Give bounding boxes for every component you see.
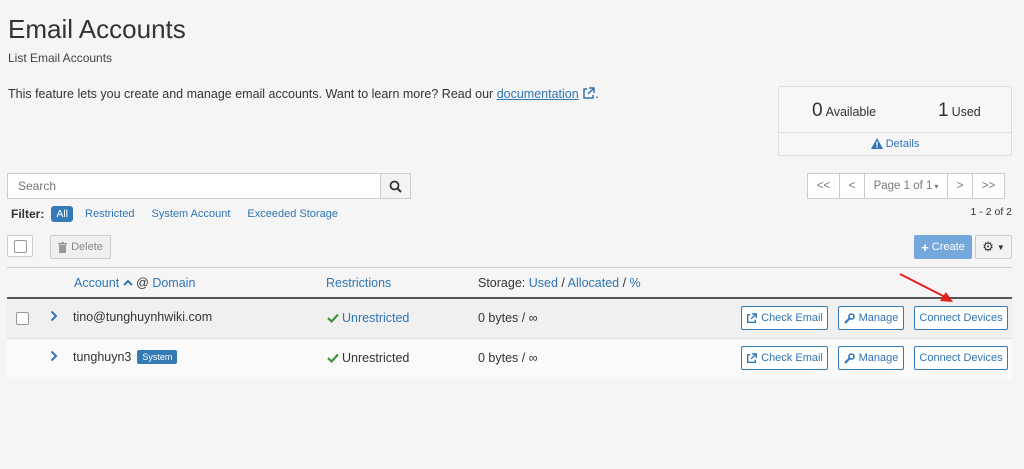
account-sort-link[interactable]: Account — [74, 276, 119, 290]
check-email-label: Check Email — [761, 312, 823, 324]
storage-column-header: Storage: Used / Allocated / % — [478, 276, 641, 290]
restriction-cell: Unrestricted — [327, 311, 409, 325]
details-link[interactable]: Details — [779, 138, 1011, 150]
page-select[interactable]: Page 1 of 1 ▾ — [864, 173, 948, 199]
available-count: 0 — [812, 100, 823, 121]
intro-text: This feature lets you create and manage … — [8, 87, 599, 101]
filter-restricted[interactable]: Restricted — [85, 208, 135, 220]
available-label: Available — [825, 105, 877, 119]
chevron-right-icon[interactable] — [50, 350, 58, 362]
delete-button[interactable]: Delete — [50, 235, 111, 259]
external-link-icon — [746, 312, 757, 324]
prev-page-button[interactable]: < — [839, 173, 865, 199]
plus-icon: + — [921, 239, 929, 255]
filter-label: Filter: — [11, 207, 45, 221]
table-header: Account @ Domain Restrictions Storage: U… — [7, 268, 1012, 297]
search-button[interactable] — [380, 173, 411, 199]
wrench-icon — [843, 352, 855, 364]
caret-down-icon: ▾ — [934, 181, 939, 191]
documentation-link[interactable]: documentation — [497, 87, 579, 101]
account-cell: tunghuyn3 System — [73, 350, 178, 364]
row-checkbox[interactable] — [16, 312, 29, 325]
account-name: tino@tunghuynhwiki.com — [73, 310, 213, 324]
gear-icon: ⚙ — [982, 239, 994, 254]
check-icon — [327, 313, 339, 323]
create-label: Create — [931, 241, 965, 253]
page-label: Page 1 of 1 — [873, 180, 933, 192]
first-page-button[interactable]: << — [807, 173, 840, 199]
filter-exceeded-storage[interactable]: Exceeded Storage — [247, 208, 338, 220]
storage-label: Storage: — [478, 276, 526, 290]
checkbox-box — [13, 239, 27, 253]
check-email-button[interactable]: Check Email — [741, 346, 828, 370]
restrictions-column-header[interactable]: Restrictions — [326, 276, 391, 290]
next-page-button[interactable]: > — [947, 173, 973, 199]
search-icon — [389, 180, 402, 193]
wrench-icon — [843, 312, 855, 324]
used-stat: 1 Used — [938, 100, 981, 122]
storage-value: 0 bytes / ∞ — [478, 351, 538, 365]
used-count: 1 — [938, 100, 949, 121]
check-email-button[interactable]: Check Email — [741, 306, 828, 330]
intro-sentence: This feature lets you create and manage … — [8, 87, 497, 101]
search-input[interactable] — [7, 173, 381, 199]
manage-label: Manage — [858, 312, 899, 324]
domain-sort-link[interactable]: Domain — [152, 276, 195, 290]
filter-system-account[interactable]: System Account — [152, 208, 231, 220]
table-row: tunghuyn3 System Unrestricted 0 bytes / ∞… — [7, 339, 1012, 379]
restriction-text: Unrestricted — [342, 351, 410, 365]
manage-button[interactable]: Manage — [838, 346, 904, 370]
filter-all[interactable]: All — [51, 206, 74, 222]
account-name: tunghuyn3 — [73, 350, 132, 364]
external-link-icon — [746, 352, 757, 364]
connect-devices-button[interactable]: Connect Devices — [914, 346, 1008, 370]
account-stats-panel: 0 Available 1 Used Details — [778, 86, 1012, 156]
available-stat: 0 Available — [812, 100, 876, 122]
used-label: Used — [951, 105, 981, 119]
results-count: 1 - 2 of 2 — [970, 206, 1012, 218]
details-label: Details — [885, 138, 920, 150]
at-symbol: @ — [136, 276, 149, 290]
restriction-cell: Unrestricted — [327, 351, 409, 365]
last-page-button[interactable]: >> — [972, 173, 1005, 199]
caret-down-icon: ▼ — [996, 242, 1005, 252]
external-link-icon[interactable] — [582, 87, 595, 100]
system-badge: System — [137, 350, 178, 364]
chevron-right-icon[interactable] — [50, 310, 58, 322]
pagination: << < Page 1 of 1 ▾ > >> — [807, 173, 1005, 199]
arrow-icon — [899, 273, 953, 302]
account-column-header[interactable]: Account @ Domain — [74, 276, 195, 290]
sort-up-icon — [122, 279, 133, 286]
intro-end: . — [595, 87, 599, 101]
warning-icon — [870, 138, 883, 149]
allocated-sort-link[interactable]: Allocated — [568, 276, 619, 290]
check-icon — [327, 353, 339, 363]
percent-sort-link[interactable]: % — [630, 276, 641, 290]
settings-dropdown-button[interactable]: ⚙ ▼ — [975, 235, 1012, 259]
page-subtitle: List Email Accounts — [8, 51, 113, 65]
trash-icon — [58, 241, 68, 253]
storage-value: 0 bytes / ∞ — [478, 311, 538, 325]
page-title: Email Accounts — [8, 14, 186, 44]
select-all-checkbox[interactable] — [7, 235, 33, 257]
table-row: tino@tunghuynhwiki.com Unrestricted 0 by… — [7, 299, 1012, 339]
used-sort-link[interactable]: Used — [529, 276, 558, 290]
delete-label: Delete — [71, 241, 103, 253]
restriction-link[interactable]: Unrestricted — [342, 311, 409, 325]
create-button[interactable]: + Create — [914, 235, 972, 259]
check-email-label: Check Email — [761, 352, 823, 364]
stats-divider — [779, 132, 1011, 133]
filter-bar: Filter: All Restricted System Account Ex… — [11, 206, 355, 222]
manage-label: Manage — [858, 352, 899, 364]
